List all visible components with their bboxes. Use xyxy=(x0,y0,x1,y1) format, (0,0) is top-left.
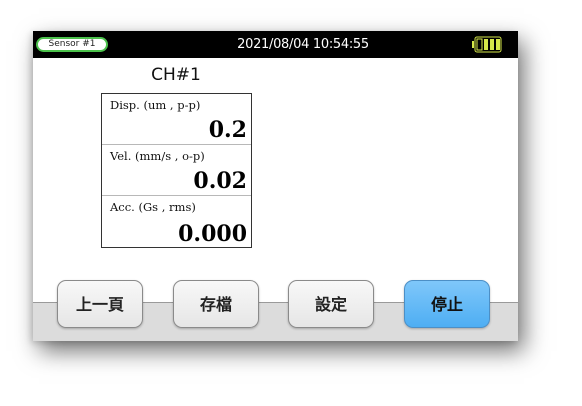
battery-cell xyxy=(490,39,494,50)
status-bar: Sensor #1 2021/08/04 10:54:55 xyxy=(33,31,518,58)
measurement-label: Disp. (um , p-p) xyxy=(110,98,201,112)
measurement-table: Disp. (um , p-p) 0.2 Vel. (mm/s , o-p) 0… xyxy=(101,93,252,248)
measurement-acceleration: Acc. (Gs , rms) 0.000 xyxy=(102,196,251,248)
channel-title: CH#1 xyxy=(151,65,201,85)
measurement-value: 0.02 xyxy=(193,168,247,194)
measurement-label: Acc. (Gs , rms) xyxy=(110,200,196,214)
settings-button[interactable]: 設定 xyxy=(288,280,374,328)
battery-cell-empty xyxy=(476,38,483,51)
datetime-display: 2021/08/04 10:54:55 xyxy=(237,37,369,52)
measurement-value: 0.2 xyxy=(208,117,247,143)
battery-terminal xyxy=(472,41,474,48)
measurement-label: Vel. (mm/s , o-p) xyxy=(110,149,205,163)
save-button[interactable]: 存檔 xyxy=(173,280,259,328)
measurement-value: 0.000 xyxy=(178,221,247,247)
sensor-selector[interactable]: Sensor #1 xyxy=(36,37,108,52)
prev-page-button[interactable]: 上一頁 xyxy=(57,280,143,328)
device-screen: Sensor #1 2021/08/04 10:54:55 CH#1 Disp.… xyxy=(33,31,518,341)
battery-icon xyxy=(472,36,502,53)
stop-button[interactable]: 停止 xyxy=(404,280,490,328)
measurement-displacement: Disp. (um , p-p) 0.2 xyxy=(102,94,251,145)
battery-cell xyxy=(496,39,500,50)
measurement-velocity: Vel. (mm/s , o-p) 0.02 xyxy=(102,145,251,196)
battery-cell xyxy=(484,39,488,50)
